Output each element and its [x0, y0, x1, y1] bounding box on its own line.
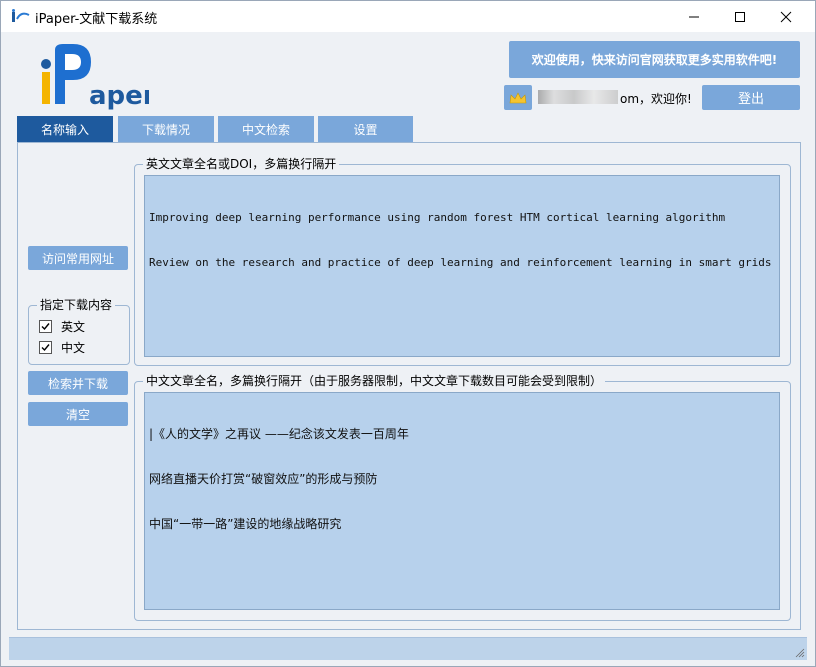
tab-name-input[interactable]: 名称输入	[17, 116, 113, 142]
option-english[interactable]: 英文	[39, 318, 85, 335]
close-icon	[780, 11, 792, 22]
minimize-button[interactable]	[671, 1, 717, 32]
title-bar[interactable]: iPaper-文献下载系统	[1, 1, 815, 32]
chinese-checkbox[interactable]	[39, 341, 52, 354]
username-redacted	[538, 90, 618, 104]
app-window: iPaper-文献下载系统 aper 欢迎使用，快来访问官网获取更多实用软件吧!…	[0, 0, 816, 667]
svg-text:aper: aper	[89, 81, 149, 111]
clear-button[interactable]: 清空	[28, 402, 128, 426]
tab-chinese-search[interactable]: 中文检索	[218, 116, 314, 142]
name-input-panel: 访问常用网址 指定下载内容 英文 中文 检索并下载 清空 英文文章全名或DOI，…	[17, 142, 801, 630]
maximize-icon	[735, 11, 745, 22]
app-icon	[12, 9, 30, 22]
english-titles-textarea[interactable]: Improving deep learning performance usin…	[144, 175, 780, 357]
check-icon	[41, 323, 50, 331]
download-content-legend: 指定下载内容	[37, 298, 116, 312]
english-line: Improving deep learning performance usin…	[149, 211, 726, 224]
english-group: 英文文章全名或DOI，多篇换行隔开 Improving deep learnin…	[134, 157, 791, 366]
chinese-group: 中文文章全名，多篇换行隔开（由于服务器限制，中文文章下载数目可能会受到限制） |…	[134, 374, 791, 621]
chinese-legend: 中文文章全名，多篇换行隔开（由于服务器限制，中文文章下载数目可能会受到限制）	[143, 374, 606, 388]
minimize-icon	[689, 16, 699, 17]
chinese-line: 网络直播天价打赏“破窗效应”的形成与预防	[149, 472, 378, 486]
tab-settings[interactable]: 设置	[318, 116, 413, 142]
logout-button[interactable]: 登出	[702, 85, 800, 110]
status-bar	[9, 637, 807, 660]
english-checkbox[interactable]	[39, 320, 52, 333]
close-button[interactable]	[763, 1, 809, 32]
chinese-line: |《人的文学》之再议 ——纪念该文发表一百周年	[149, 427, 409, 441]
maximize-button[interactable]	[717, 1, 763, 32]
welcome-user-text: om，欢迎你!	[620, 92, 692, 106]
english-option-label: 英文	[61, 320, 86, 334]
welcome-banner[interactable]: 欢迎使用，快来访问官网获取更多实用软件吧!	[509, 41, 800, 78]
option-chinese[interactable]: 中文	[39, 339, 85, 356]
window-title: iPaper-文献下载系统	[35, 12, 158, 27]
english-line: Review on the research and practice of d…	[149, 256, 772, 269]
crown-icon	[509, 91, 527, 103]
tab-download-status[interactable]: 下载情况	[118, 116, 214, 142]
resize-grip-icon[interactable]	[795, 648, 805, 658]
chinese-line: 中国“一带一路”建设的地缘战略研究	[149, 517, 342, 531]
download-content-group: 指定下载内容 英文 中文	[28, 298, 130, 365]
vip-badge	[504, 85, 532, 110]
english-legend: 英文文章全名或DOI，多篇换行隔开	[143, 157, 340, 171]
chinese-option-label: 中文	[61, 341, 86, 355]
chinese-titles-textarea[interactable]: |《人的文学》之再议 ——纪念该文发表一百周年 网络直播天价打赏“破窗效应”的形…	[144, 392, 780, 610]
main-content: aper 欢迎使用，快来访问官网获取更多实用软件吧! om，欢迎你! 登出 名称…	[1, 32, 815, 666]
visit-sites-button[interactable]: 访问常用网址	[28, 246, 128, 270]
check-icon	[41, 344, 50, 352]
search-download-button[interactable]: 检索并下载	[28, 371, 128, 395]
ipaper-logo: aper	[41, 44, 149, 111]
